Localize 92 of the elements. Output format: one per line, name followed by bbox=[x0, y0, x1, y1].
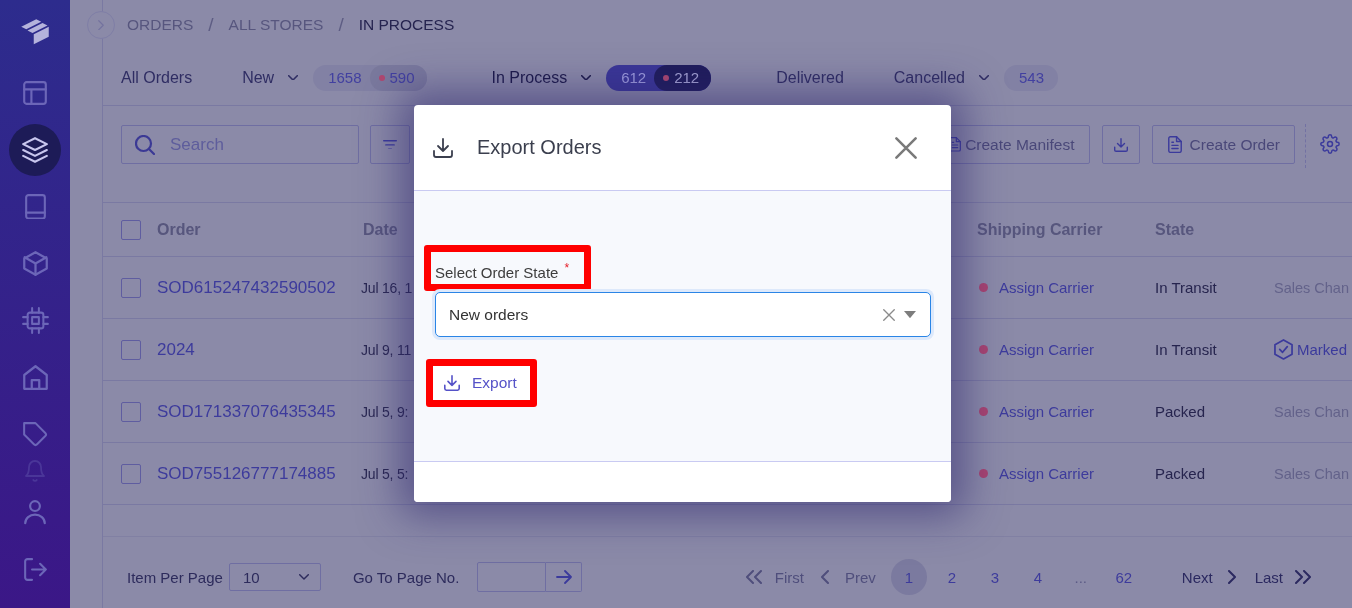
logout-icon bbox=[23, 558, 47, 581]
order-date: Jul 16, 1 bbox=[361, 279, 413, 296]
assign-carrier-link[interactable]: Assign Carrier bbox=[999, 403, 1095, 420]
breadcrumb-separator: / bbox=[338, 14, 344, 36]
breadcrumb-separator: / bbox=[208, 14, 214, 36]
required-mark: * bbox=[564, 261, 570, 275]
field-label: Select Order State bbox=[435, 264, 559, 281]
order-link[interactable]: SOD755126777174885 bbox=[157, 463, 336, 484]
alert-count: 212 bbox=[674, 69, 700, 86]
filter-button[interactable] bbox=[370, 125, 410, 164]
logo-icon bbox=[20, 18, 50, 46]
last-page-button[interactable]: Last bbox=[1254, 568, 1311, 586]
breadcrumb-item: IN PROCESS bbox=[358, 16, 455, 34]
layers-icon bbox=[22, 136, 48, 163]
search-icon bbox=[135, 134, 155, 155]
next-page-button[interactable]: Next bbox=[1181, 568, 1236, 586]
page-button[interactable]: 3 bbox=[976, 559, 1013, 595]
order-state-select[interactable]: New orders bbox=[435, 292, 931, 337]
home-icon bbox=[22, 365, 48, 390]
order-state: In Transit bbox=[1155, 279, 1217, 296]
status-dot-icon bbox=[979, 469, 988, 478]
page-number-field[interactable] bbox=[477, 562, 547, 592]
marked-status: Marked bbox=[1297, 341, 1348, 358]
dialog-title: Export Orders bbox=[477, 136, 602, 159]
total-count: 612 bbox=[621, 69, 647, 86]
order-link[interactable]: SOD171337076435345 bbox=[157, 401, 336, 422]
status-dot-icon bbox=[979, 345, 988, 354]
page-ellipsis: ... bbox=[1073, 567, 1089, 588]
user-icon bbox=[24, 500, 46, 525]
order-state: Packed bbox=[1155, 465, 1206, 482]
page-button[interactable]: 2 bbox=[933, 559, 970, 595]
layout-icon bbox=[23, 80, 47, 105]
double-chevron-right-icon bbox=[1295, 570, 1311, 584]
book-icon bbox=[24, 193, 46, 220]
checkbox[interactable] bbox=[121, 339, 141, 360]
hexagon-check-icon bbox=[1274, 339, 1293, 360]
status-tab[interactable]: Delivered bbox=[776, 68, 844, 87]
status-tab[interactable]: All Orders bbox=[121, 68, 193, 87]
bell-icon bbox=[25, 459, 45, 482]
order-state: Packed bbox=[1155, 403, 1206, 420]
export-button[interactable]: Export bbox=[433, 366, 530, 400]
download-button[interactable] bbox=[1101, 125, 1140, 164]
go-to-page-label: Go To Page No. bbox=[352, 568, 460, 586]
status-dot-icon bbox=[979, 283, 988, 292]
order-link[interactable]: 2024 bbox=[157, 339, 195, 360]
checkbox[interactable] bbox=[121, 277, 141, 298]
checkbox[interactable] bbox=[121, 401, 141, 422]
status-tab[interactable]: Cancelled bbox=[893, 68, 989, 87]
double-chevron-left-icon bbox=[745, 570, 762, 584]
arrow-right-icon bbox=[555, 570, 572, 584]
download-icon bbox=[1113, 137, 1128, 152]
per-page-label: Item Per Page bbox=[127, 568, 223, 586]
settings-button[interactable] bbox=[1320, 134, 1340, 154]
close-button[interactable] bbox=[895, 136, 917, 159]
download-icon bbox=[444, 375, 460, 391]
chevron-down-icon bbox=[298, 574, 309, 580]
clear-icon[interactable] bbox=[883, 308, 895, 321]
page-button[interactable]: 62 bbox=[1105, 559, 1142, 595]
status-tab[interactable]: New bbox=[242, 68, 299, 87]
assign-carrier-link[interactable]: Assign Carrier bbox=[999, 465, 1095, 482]
chevron-left-icon bbox=[820, 570, 829, 584]
tag-icon bbox=[22, 422, 48, 447]
status-dot-icon bbox=[979, 407, 988, 416]
order-link[interactable]: SOD615247432590502 bbox=[157, 277, 336, 298]
order-date: Jul 5, 5: bbox=[361, 465, 409, 482]
checkbox[interactable] bbox=[121, 463, 141, 484]
assign-carrier-link[interactable]: Assign Carrier bbox=[999, 279, 1095, 296]
cube-icon bbox=[22, 251, 48, 276]
checkbox[interactable] bbox=[121, 219, 141, 240]
page-button[interactable]: 4 bbox=[1019, 559, 1056, 595]
go-button[interactable] bbox=[546, 562, 583, 592]
create-order-button[interactable]: Create Order bbox=[1151, 125, 1295, 164]
total-count: 543 bbox=[1018, 69, 1044, 86]
alert-dot-icon bbox=[663, 74, 670, 81]
assign-carrier-link[interactable]: Assign Carrier bbox=[999, 341, 1095, 358]
download-icon bbox=[433, 137, 453, 158]
page-button[interactable]: 1 bbox=[890, 559, 927, 595]
order-date: Jul 9, 11 bbox=[361, 341, 412, 358]
total-count: 1658 bbox=[328, 69, 362, 86]
filter-icon bbox=[383, 139, 397, 150]
order-state: In Transit bbox=[1155, 341, 1217, 358]
chip-icon bbox=[21, 307, 49, 334]
per-page-select[interactable]: 10 bbox=[228, 563, 321, 591]
status-tab[interactable]: In Process bbox=[491, 68, 592, 87]
chevron-right-icon bbox=[1227, 570, 1236, 584]
settings-icon bbox=[1320, 134, 1340, 154]
sidebar-nav-button[interactable] bbox=[9, 123, 61, 176]
caret-down-icon bbox=[904, 310, 916, 319]
close-icon bbox=[895, 136, 917, 159]
alert-dot-icon bbox=[378, 74, 385, 81]
document-icon bbox=[1167, 135, 1182, 154]
order-date: Jul 5, 9: bbox=[361, 403, 409, 420]
